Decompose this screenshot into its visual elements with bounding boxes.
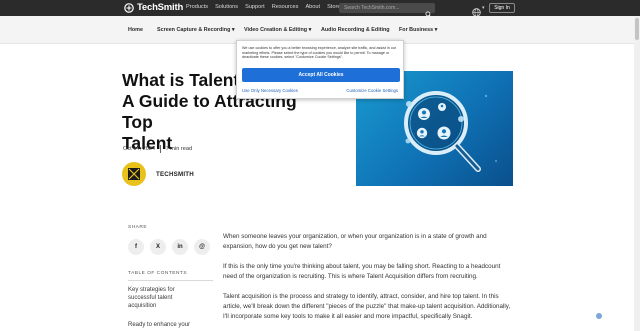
nav-support[interactable]: Support bbox=[245, 4, 265, 10]
email-icon[interactable]: @ bbox=[194, 239, 210, 255]
publish-date: Oct 14, 2024 bbox=[123, 146, 156, 152]
globe-icon[interactable] bbox=[472, 4, 481, 17]
techsmith-logo[interactable]: TechSmith bbox=[124, 2, 183, 13]
nav-for-business[interactable]: For Business ▾ bbox=[399, 27, 437, 33]
techsmith-avatar-icon bbox=[128, 168, 140, 180]
nav-solutions[interactable]: Solutions bbox=[215, 4, 238, 10]
floating-badge[interactable] bbox=[596, 313, 602, 319]
meta-divider bbox=[160, 145, 161, 153]
linkedin-icon[interactable]: in bbox=[172, 239, 188, 255]
necessary-cookies-link[interactable]: Use Only Necessary Cookies bbox=[242, 88, 298, 93]
search-input[interactable]: Search TechSmith.com... bbox=[339, 3, 435, 18]
share-buttons: f X in @ bbox=[128, 239, 210, 255]
paragraph-1: When someone leaves your organization, o… bbox=[223, 233, 487, 250]
search-placeholder: Search TechSmith.com... bbox=[344, 5, 400, 11]
x-icon[interactable]: X bbox=[150, 239, 166, 255]
chevron-down-icon[interactable]: ▾ bbox=[482, 5, 485, 11]
top-nav: Products Solutions Support Resources Abo… bbox=[186, 4, 340, 10]
article-meta: Oct 14, 2024 7 min read bbox=[123, 145, 192, 153]
nav-audio-recording[interactable]: Audio Recording & Editing bbox=[321, 27, 390, 33]
paragraph-2: If this is the only time you're thinking… bbox=[223, 263, 501, 280]
toc-label: TABLE OF CONTENTS bbox=[128, 271, 188, 276]
nav-home[interactable]: Home bbox=[128, 27, 143, 33]
author-name[interactable]: TECHSMITH bbox=[156, 171, 194, 178]
cookie-message: We use cookies to offer you a better bro… bbox=[242, 46, 397, 60]
badge-icon bbox=[596, 313, 602, 319]
facebook-icon[interactable]: f bbox=[128, 239, 144, 255]
accept-all-cookies-button[interactable]: Accept All Cookies bbox=[242, 68, 400, 82]
nav-about[interactable]: About bbox=[305, 4, 320, 10]
cookie-consent-dialog: We use cookies to offer you a better bro… bbox=[236, 40, 404, 99]
techsmith-logo-icon bbox=[124, 2, 134, 13]
scrollbar-thumb[interactable] bbox=[635, 18, 639, 40]
nav-products[interactable]: Products bbox=[186, 4, 208, 10]
read-time: 7 min read bbox=[165, 146, 193, 152]
nav-video-creation[interactable]: Video Creation & Editing ▾ bbox=[244, 27, 311, 33]
customize-cookie-settings-link[interactable]: Customize Cookie Settings bbox=[346, 88, 398, 93]
search-icon[interactable] bbox=[425, 5, 432, 18]
nav-screen-capture[interactable]: Screen Capture & Recording ▾ bbox=[157, 27, 235, 33]
paragraph-3: Talent acquisition is the process and st… bbox=[223, 293, 511, 320]
toc-divider bbox=[128, 280, 213, 281]
sign-in-button[interactable]: Sign In bbox=[489, 3, 515, 13]
toc-item-ready-to-enhance[interactable]: Ready to enhance your bbox=[128, 322, 198, 330]
scrollbar-track[interactable] bbox=[634, 16, 640, 331]
nav-resources[interactable]: Resources bbox=[272, 4, 299, 10]
toc-item-key-strategies[interactable]: Key strategies for successful talent acq… bbox=[128, 287, 198, 310]
share-label: SHARE bbox=[128, 225, 148, 230]
brand-name: TechSmith bbox=[137, 2, 184, 13]
avatar bbox=[122, 162, 146, 186]
title-line-1: What is Talent bbox=[122, 70, 240, 90]
